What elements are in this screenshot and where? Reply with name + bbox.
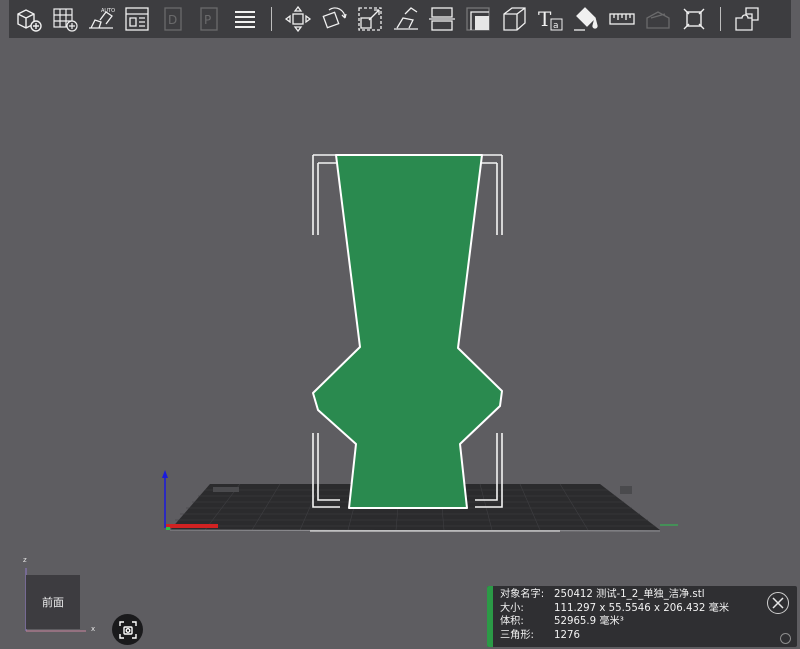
measure-button[interactable] — [604, 1, 640, 37]
lay-flat-button[interactable] — [388, 1, 424, 37]
collapse-info-button[interactable] — [780, 633, 791, 644]
info-accent-bar — [487, 586, 493, 647]
move-icon — [284, 5, 312, 33]
toolbar-separator — [271, 7, 272, 31]
rotate-button[interactable] — [316, 1, 352, 37]
split-icon — [429, 7, 455, 31]
rotate-icon — [322, 7, 347, 29]
object-info-panel: 对象名字: 250412 测试-1_2_单独_洁净.stl 大小: 111.297 … — [487, 586, 797, 647]
paint-button[interactable] — [568, 1, 604, 37]
cut-icon — [466, 7, 490, 31]
view-cube-front[interactable]: 前面 — [26, 575, 80, 629]
close-info-button[interactable] — [767, 592, 789, 614]
cut-button[interactable] — [460, 1, 496, 37]
layout-button[interactable] — [119, 1, 155, 37]
copy-icon: D — [164, 7, 182, 31]
support-button[interactable] — [496, 1, 532, 37]
svg-text:P: P — [204, 13, 211, 27]
add-grid-object-icon — [53, 8, 78, 32]
info-volume-value: 52965.9 毫米³ — [554, 616, 624, 627]
info-triangles-value: 1276 — [554, 629, 580, 641]
assembly-button[interactable] — [729, 1, 765, 37]
add-object-button[interactable] — [11, 1, 47, 37]
screenshot-button[interactable] — [112, 614, 143, 645]
info-triangles-label: 三角形: — [500, 629, 534, 641]
3d-viewport[interactable] — [0, 38, 800, 649]
fit-button[interactable] — [676, 1, 712, 37]
auto-arrange-button[interactable]: AUTO — [83, 1, 119, 37]
fit-icon — [683, 8, 705, 30]
axis-z-label: z — [23, 556, 27, 564]
info-name-label: 对象名字: — [500, 589, 545, 600]
axis-x-label: x — [91, 625, 96, 633]
info-volume-row: 体积: 52965.9 毫米³ — [500, 615, 797, 629]
svg-text:D: D — [168, 13, 177, 27]
top-toolbar: AUTO D P T a — [9, 0, 791, 38]
menu-button[interactable] — [227, 1, 263, 37]
copy-button[interactable]: D — [155, 1, 191, 37]
layout-icon — [125, 7, 149, 31]
paste-icon: P — [200, 7, 218, 31]
info-size-value: 111.297 x 55.5546 x 206.432 毫米 — [554, 602, 730, 614]
close-icon — [772, 597, 784, 609]
scale-icon — [358, 7, 382, 31]
paste-button[interactable]: P — [191, 1, 227, 37]
svg-text:a: a — [553, 21, 559, 31]
measure-icon — [609, 13, 635, 25]
move-button[interactable] — [280, 1, 316, 37]
text-icon: T a — [538, 7, 563, 31]
info-triangles-row: 三角形: 1276 — [500, 629, 797, 643]
info-size-label: 大小: — [500, 602, 524, 614]
info-name-value: 250412 测试-1_2_单独_洁净.stl — [554, 589, 705, 600]
text-button[interactable]: T a — [532, 1, 568, 37]
support-icon — [503, 7, 526, 31]
camera-focus-icon — [118, 620, 137, 639]
seam-button[interactable] — [640, 1, 676, 37]
scene — [162, 154, 678, 532]
menu-icon — [235, 11, 255, 28]
add-object-icon — [17, 9, 42, 32]
lay-flat-icon — [394, 7, 418, 30]
info-name-row: 对象名字: 250412 测试-1_2_单独_洁净.stl — [500, 588, 797, 602]
toolbar-separator — [720, 7, 721, 31]
scale-button[interactable] — [352, 1, 388, 37]
svg-text:T: T — [538, 7, 552, 31]
split-button[interactable] — [424, 1, 460, 37]
auto-arrange-icon: AUTO — [89, 8, 115, 29]
model-mesh[interactable] — [312, 154, 503, 509]
view-cube-face-label: 前面 — [42, 596, 64, 609]
assembly-icon — [735, 7, 759, 31]
seam-icon — [646, 11, 670, 29]
add-grid-object-button[interactable] — [47, 1, 83, 37]
svg-text:AUTO: AUTO — [101, 8, 115, 14]
info-volume-label: 体积: — [500, 616, 524, 627]
paint-icon — [574, 7, 598, 31]
info-size-row: 大小: 111.297 x 55.5546 x 206.432 毫米 — [500, 602, 797, 616]
